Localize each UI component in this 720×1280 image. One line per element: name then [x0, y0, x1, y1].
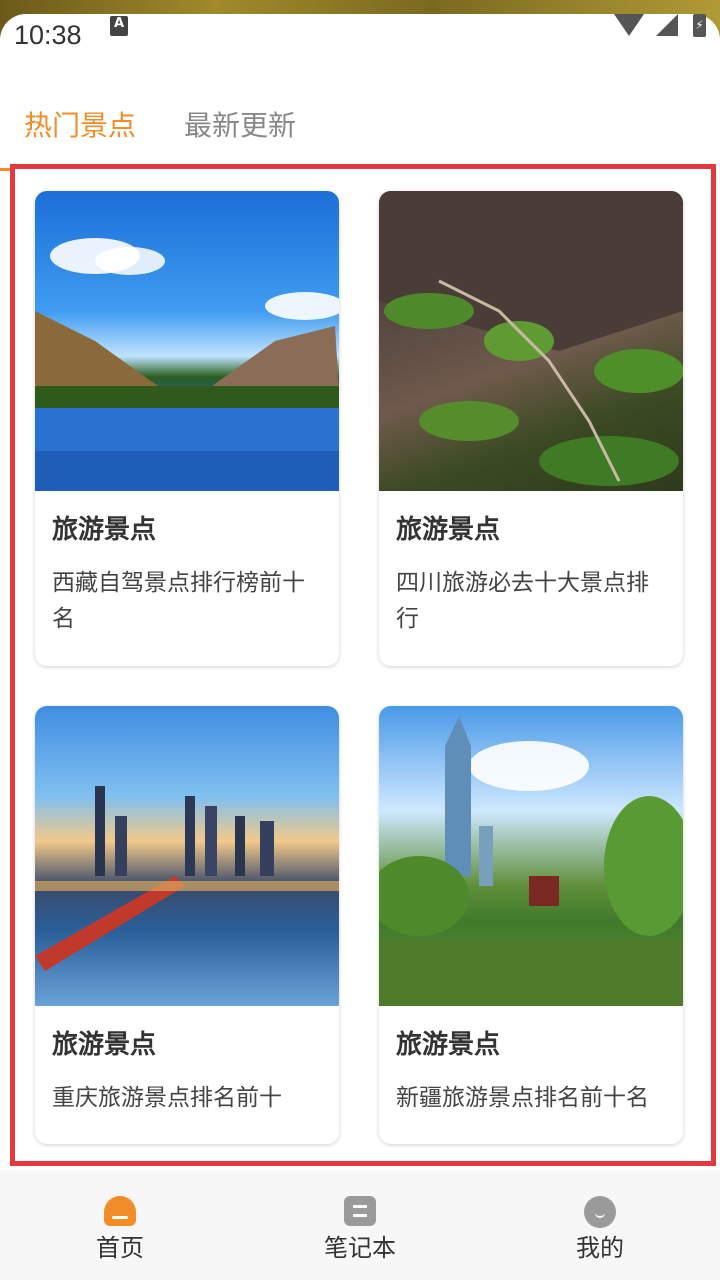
status-time: 10:38: [14, 20, 82, 50]
status-bar: 10:38 A ⚡: [0, 14, 720, 54]
signal-icon: [656, 14, 678, 36]
tab-latest-updates[interactable]: 最新更新: [184, 104, 296, 144]
notification-icon: A: [110, 16, 128, 36]
tab-hot-spots[interactable]: 热门景点: [24, 104, 136, 144]
tab-bar: 热门景点 最新更新: [0, 104, 720, 164]
city-river-illustration: [35, 786, 339, 971]
nav-label: 首页: [96, 1234, 144, 1262]
card-desc: 重庆旅游景点排名前十: [52, 1085, 282, 1111]
card-xinjiang[interactable]: 旅游景点 新疆旅游景点排名前十名: [379, 706, 683, 1144]
card-chongqing[interactable]: 旅游景点 重庆旅游景点排名前十: [35, 706, 339, 1144]
park-lake-photo: [379, 706, 683, 1006]
cliff-trail-photo: [379, 191, 683, 491]
nav-label: 我的: [576, 1234, 624, 1262]
card-title: 旅游景点: [396, 1030, 501, 1060]
nav-notebook[interactable]: 笔记本: [300, 1170, 420, 1280]
park-lake-illustration: [379, 716, 683, 1006]
cliff-trail-illustration: [379, 191, 683, 486]
card-grid-highlight: 旅游景点 西藏自驾景点排行榜前十名 旅游景点 四川旅游必去十大景点排行 旅游景点…: [10, 164, 716, 1166]
card-desc: 新疆旅游景点排名前十名: [396, 1085, 649, 1111]
wifi-icon: [614, 14, 644, 36]
card-tibet[interactable]: 旅游景点 西藏自驾景点排行榜前十名: [35, 191, 339, 666]
mountain-lake-illustration: [35, 238, 339, 491]
nav-label: 笔记本: [324, 1234, 396, 1262]
nav-profile[interactable]: 我的: [540, 1170, 660, 1280]
nav-home[interactable]: 首页: [60, 1170, 180, 1280]
bottom-nav: 首页 笔记本 我的: [0, 1170, 720, 1280]
card-title: 旅游景点: [396, 515, 501, 545]
card-title: 旅游景点: [52, 1030, 157, 1060]
city-river-photo: [35, 706, 339, 1006]
app-screen: 10:38 A ⚡ 热门景点 最新更新 旅游景点 西藏自驾景点排行榜前十名 旅游…: [0, 14, 720, 1280]
card-sichuan[interactable]: 旅游景点 四川旅游必去十大景点排行: [379, 191, 683, 666]
home-icon: [104, 1196, 136, 1226]
card-desc: 四川旅游必去十大景点排行: [396, 570, 649, 632]
battery-icon: ⚡: [693, 14, 706, 37]
card-desc: 西藏自驾景点排行榜前十名: [52, 570, 305, 632]
mountain-lake-photo: [35, 191, 339, 491]
notebook-icon: [344, 1196, 376, 1226]
card-title: 旅游景点: [52, 515, 157, 545]
profile-icon: [584, 1196, 616, 1228]
